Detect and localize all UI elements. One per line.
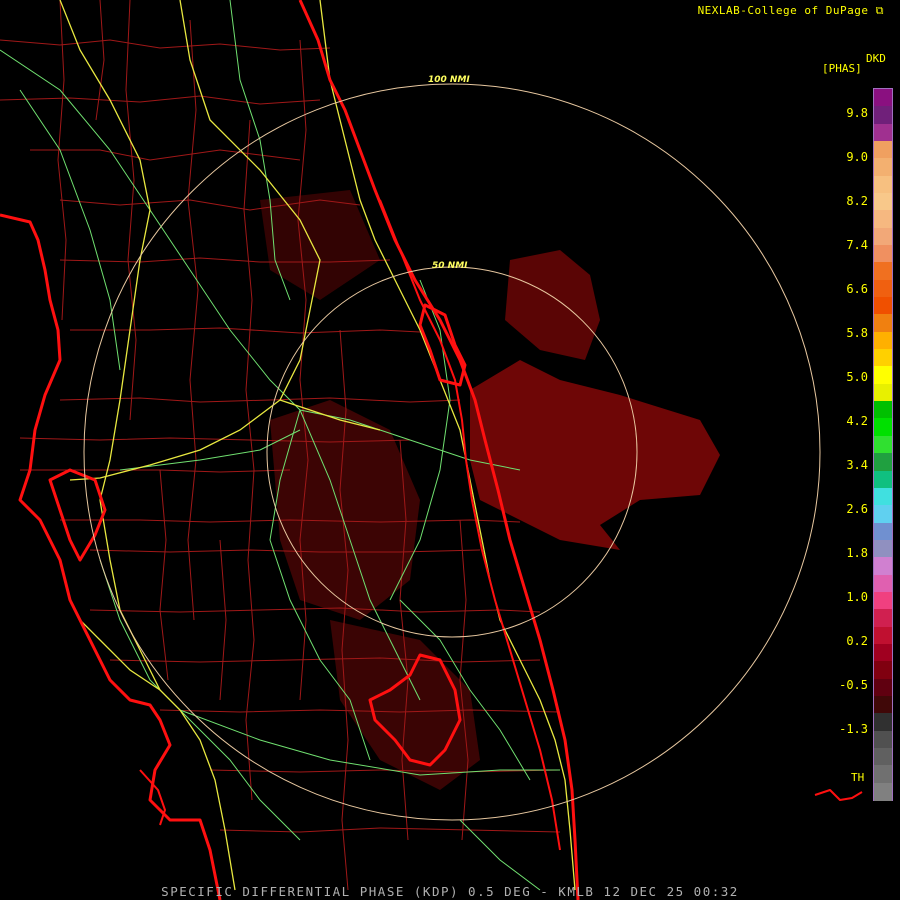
color-scale-tick-label: 9.8 [846,106,868,120]
color-scale-segment [874,765,892,784]
color-scale-segment [874,661,892,680]
color-scale-bar [873,88,893,801]
legend-product-units: [PHAS] [822,62,862,75]
color-scale-segment [874,505,892,524]
credit-label: NEXLAB-College of DuPage [697,4,869,17]
color-scale-tick-label: 3.4 [846,458,868,472]
color-scale-tick-label: 7.4 [846,238,868,252]
color-scale-tick-label: -1.3 [839,722,868,736]
color-scale-tick-label: 5.8 [846,326,868,340]
color-scale-tick-label: 2.6 [846,502,868,516]
legend-product-code: DKD [866,52,886,65]
color-scale-segment [874,782,892,801]
color-scale-segment [874,522,892,541]
color-scale-segment [874,487,892,506]
color-scale-tick-label: 1.0 [846,590,868,604]
color-scale-segment [874,626,892,645]
color-scale-segment [874,331,892,350]
color-scale-tick-label: 5.0 [846,370,868,384]
color-scale-tick-label: 9.0 [846,150,868,164]
coastline [0,0,863,900]
color-scale-segment [874,349,892,368]
color-scale-tick-label: -0.5 [839,678,868,692]
color-scale-segment [874,279,892,298]
color-scale-segment [874,245,892,263]
ring-label-50: 50 NMI [432,261,468,271]
color-scale-segment [874,574,892,593]
color-scale-segment [874,435,892,454]
color-scale-segment [874,470,892,489]
color-scale-segment [874,730,892,749]
color-scale-segment [874,158,892,177]
nexlab-logo-icon: ⧉ [875,4,884,17]
color-scale-segment [874,609,892,628]
color-scale-segment [874,713,892,732]
color-scale-segment [874,314,892,333]
credit-text: NEXLAB-College of DuPage ⧉ [698,4,884,18]
ring-label-100: 100 NMI [428,75,470,85]
color-scale-segment [874,643,892,662]
color-scale-segment [874,678,892,697]
radar-echoes [260,190,720,790]
radar-map: 100 NMI 50 NMI [0,0,863,900]
legend-threshold-label: TH [851,771,865,784]
color-scale-segment [874,227,892,246]
color-scale-segment [874,557,892,576]
color-scale-segment [874,383,892,402]
color-scale-segment [874,175,892,194]
color-scale-tick-label: 4.2 [846,414,868,428]
color-scale-segment [874,418,892,437]
color-scale-tick-label: 8.2 [846,194,868,208]
color-scale-segment [874,453,892,472]
color-scale-segment [874,591,892,610]
color-scale-segment [874,193,892,211]
color-scale-segment [874,262,892,281]
color-scale-segment [874,210,892,229]
product-caption: SPECIFIC DIFFERENTIAL PHASE (KDP) 0.5 DE… [161,884,739,899]
color-scale-segment [874,297,892,316]
color-scale-tick-label: 6.6 [846,282,868,296]
color-scale-segment [874,695,892,714]
color-scale-segment [874,123,892,142]
echo-inland-scatter [270,400,420,620]
color-scale-segment [874,106,892,125]
color-scale-segment [874,747,892,766]
color-scale-segment [874,141,892,159]
color-scale-segment [874,89,892,107]
color-scale-tick-label: 0.2 [846,634,868,648]
color-scale-tick-label: 1.8 [846,546,868,560]
color-scale-segment [874,366,892,385]
color-scale-segment [874,539,892,558]
offshore-fragment [814,789,863,801]
color-scale-segment [874,401,892,420]
echo-north-cluster [505,250,600,360]
